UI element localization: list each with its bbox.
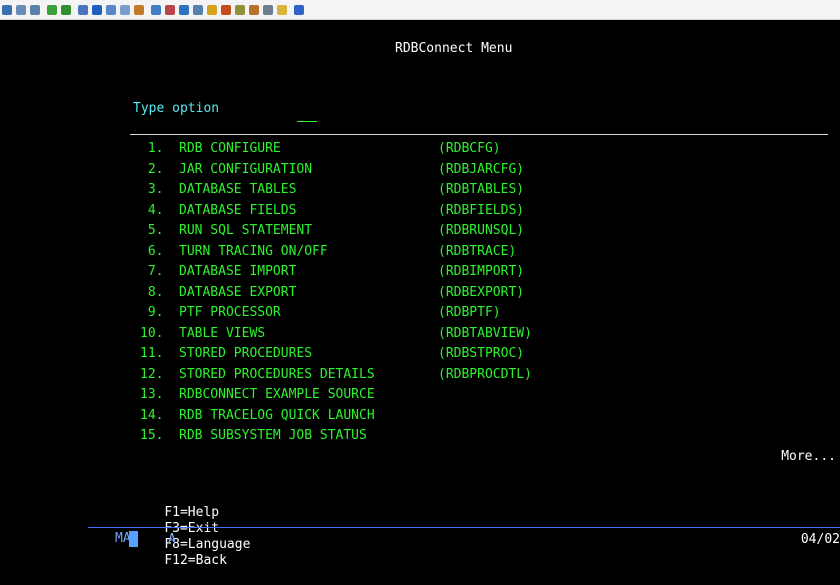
menu-item-label: STORED PROCEDURES DETAILS xyxy=(179,366,375,382)
menu-item-label: RDB CONFIGURE xyxy=(179,141,281,156)
chart-icon[interactable] xyxy=(165,4,175,15)
option-input[interactable] xyxy=(297,107,317,122)
tools-icon[interactable] xyxy=(207,4,217,15)
menu-item-label: STORED PROCEDURES xyxy=(179,346,313,361)
emulator-toolbar xyxy=(0,0,840,20)
network-icon[interactable] xyxy=(263,4,273,15)
menu-item-number: 6. xyxy=(140,243,164,259)
database-icon[interactable] xyxy=(151,4,161,15)
menu-item-number: 12. xyxy=(140,366,164,382)
note-icon[interactable] xyxy=(277,4,287,15)
upload-icon[interactable] xyxy=(47,4,57,15)
more-indicator: More... xyxy=(781,449,836,464)
download-icon[interactable] xyxy=(61,4,71,15)
menu-item-label: DATABASE TABLES xyxy=(179,182,297,197)
status-date: 04/02 xyxy=(800,532,840,547)
menu-item-command: (RDBCFG) xyxy=(438,141,501,156)
macro-icon[interactable] xyxy=(134,4,144,15)
menu-item-label: DATABASE IMPORT xyxy=(179,264,297,279)
menu-item-number: 14. xyxy=(140,407,164,423)
menu-item-number: 7. xyxy=(140,264,164,279)
menu-item-label: JAR CONFIGURATION xyxy=(179,161,313,177)
menu-item-label: RUN SQL STATEMENT xyxy=(179,223,313,238)
menu-item-number: 11. xyxy=(140,346,164,361)
f1-help-key[interactable]: F1=Help xyxy=(164,505,219,520)
list-icon[interactable] xyxy=(120,4,130,15)
menu-item-number: 13. xyxy=(140,387,164,402)
menu-item-number: 9. xyxy=(140,305,164,320)
menu-item-number: 10. xyxy=(140,325,164,341)
menu-item-command: (RDBPROCDTL) xyxy=(438,366,532,382)
menu-item-command: (RDBPTF) xyxy=(438,305,501,320)
user-icon[interactable] xyxy=(221,4,231,15)
record-icon[interactable] xyxy=(92,4,102,15)
menu-item-command: (RDBRUNSQL) xyxy=(438,223,525,238)
terminal-screen: RDBConnect Menu Type option 1. RDB CONFIG… xyxy=(0,20,840,568)
menu-item-command: (RDBTRACE) xyxy=(438,243,517,259)
menu-item-number: 5. xyxy=(140,223,164,238)
transfer-icon[interactable] xyxy=(249,4,259,15)
menu-item-label: TABLE VIEWS xyxy=(179,325,266,341)
menu-item-command: (RDBTABLES) xyxy=(438,182,525,197)
menu-item-label: RDBCONNECT EXAMPLE SOURCE xyxy=(179,387,375,402)
menu-item-command: (RDBFIELDS) xyxy=(438,202,525,218)
menu-item-command: (RDBJARCFG) xyxy=(438,161,525,177)
menu-item-number: 4. xyxy=(140,202,164,218)
screen-title: RDBConnect Menu xyxy=(395,41,513,56)
menu-item-label: DATABASE EXPORT xyxy=(179,284,297,300)
copy-icon[interactable] xyxy=(16,4,26,15)
print-icon[interactable] xyxy=(235,4,245,15)
menu-item-number: 8. xyxy=(140,284,164,300)
menu-item-number: 1. xyxy=(140,141,164,156)
status-indicator: A xyxy=(168,532,176,547)
help-icon[interactable] xyxy=(294,4,304,15)
separator-line xyxy=(130,134,828,135)
keyboard-icon[interactable] xyxy=(193,4,203,15)
menu-item-label: RDB SUBSYSTEM JOB STATUS xyxy=(179,428,367,443)
status-divider xyxy=(88,527,840,528)
menu-item-command: (RDBTABVIEW) xyxy=(438,325,532,341)
menu-item-command: (RDBIMPORT) xyxy=(438,264,525,279)
menu-item-command: (RDBEXPORT) xyxy=(438,284,525,300)
menu-item-number: 15. xyxy=(140,428,164,443)
window-icon[interactable] xyxy=(106,4,116,15)
f12-back-key[interactable]: F12=Back xyxy=(164,553,227,568)
menu-item-number: 3. xyxy=(140,182,164,197)
paste-icon[interactable] xyxy=(30,4,40,15)
menu-item-label: TURN TRACING ON/OFF xyxy=(179,243,328,259)
type-option-label: Type option xyxy=(133,101,220,116)
menu-item-command: (RDBSTPROC) xyxy=(438,346,525,361)
document-icon[interactable] xyxy=(78,4,88,15)
f8-language-key[interactable]: F8=Language xyxy=(164,537,250,552)
grid-icon[interactable] xyxy=(179,4,189,15)
menu-item-label: PTF PROCESSOR xyxy=(179,305,281,320)
function-key-bar: F1=Help F3=Exit F8=Language F12=Back xyxy=(133,489,266,585)
display-icon[interactable] xyxy=(2,4,12,15)
menu-item-label: DATABASE FIELDS xyxy=(179,202,297,218)
menu-item-label: RDB TRACELOG QUICK LAUNCH xyxy=(179,407,375,423)
menu-item-number: 2. xyxy=(140,161,164,177)
text-cursor xyxy=(129,531,138,547)
